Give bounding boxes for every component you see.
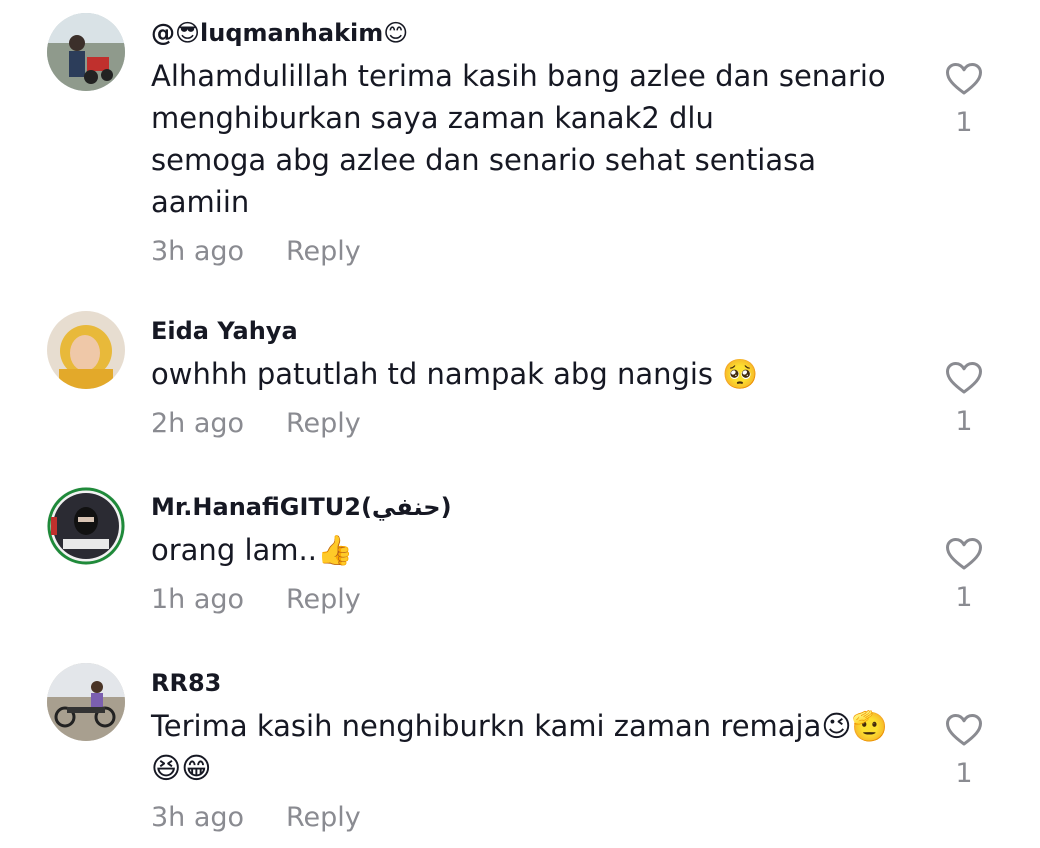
reply-button[interactable]: Reply <box>286 801 361 835</box>
heart-outline-icon[interactable] <box>945 361 983 395</box>
comment-text-line: owhhh patutlah td nampak abg nangis 🥺 <box>151 357 759 391</box>
reply-button[interactable]: Reply <box>286 407 361 441</box>
like-count: 1 <box>955 107 973 138</box>
comment-meta: 3h ago Reply <box>151 235 361 269</box>
comment-text: owhhh patutlah td nampak abg nangis 🥺 <box>151 353 911 395</box>
comment-meta: 3h ago Reply <box>151 801 361 835</box>
comment-username[interactable]: Mr.HanafiGITU2(حنفي) <box>151 491 452 523</box>
comment-meta: 1h ago Reply <box>151 583 361 617</box>
avatar[interactable] <box>47 487 125 565</box>
comment-meta: 2h ago Reply <box>151 407 361 441</box>
reply-button[interactable]: Reply <box>286 235 361 269</box>
avatar[interactable] <box>47 663 125 741</box>
comment-text: Terima kasih nenghiburkn kami zaman rema… <box>151 705 911 789</box>
like-count: 1 <box>955 758 973 789</box>
comment-text-line: menghiburkan saya zaman kanak2 dlu <box>151 101 714 135</box>
comment-text-line: orang lam..👍 <box>151 533 354 567</box>
comment-timestamp: 2h ago <box>151 408 245 439</box>
heart-outline-icon[interactable] <box>945 62 983 96</box>
like-control: 1 <box>944 62 984 140</box>
avatar[interactable] <box>47 13 125 91</box>
like-count: 1 <box>955 582 973 613</box>
comment-username[interactable]: @😎luqmanhakim😊 <box>151 17 408 49</box>
comment-text-line: Alhamdulillah terima kasih bang azlee da… <box>151 59 886 93</box>
comment-text-line: 😆😁 <box>151 751 212 785</box>
like-control: 1 <box>944 361 984 439</box>
comment-timestamp: 3h ago <box>151 236 245 267</box>
heart-outline-icon[interactable] <box>945 713 983 747</box>
reply-button[interactable]: Reply <box>286 583 361 617</box>
comment-text: orang lam..👍 <box>151 529 911 571</box>
like-control: 1 <box>944 537 984 615</box>
heart-outline-icon[interactable] <box>945 537 983 571</box>
comment-text: Alhamdulillah terima kasih bang azlee da… <box>151 55 911 223</box>
comment-timestamp: 3h ago <box>151 802 245 833</box>
comment-text-line: Terima kasih nenghiburkn kami zaman rema… <box>151 709 888 743</box>
avatar[interactable] <box>47 311 125 389</box>
comment-text-line: semoga abg azlee dan senario sehat senti… <box>151 143 817 177</box>
comment-timestamp: 1h ago <box>151 584 245 615</box>
comment-username[interactable]: RR83 <box>151 667 221 699</box>
comment-username[interactable]: Eida Yahya <box>151 315 298 347</box>
comment-text-line: aamiin <box>151 185 250 219</box>
like-control: 1 <box>944 713 984 791</box>
like-count: 1 <box>955 406 973 437</box>
